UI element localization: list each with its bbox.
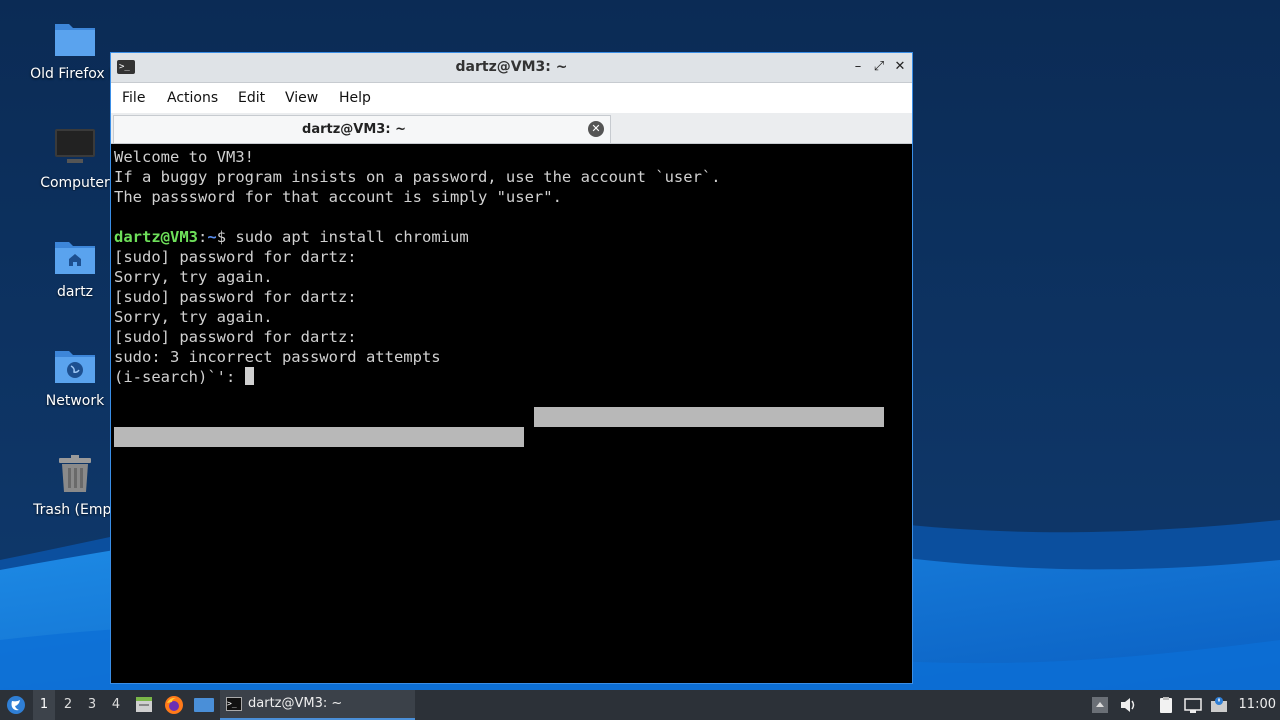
terminal-output[interactable]: Welcome to VM3! If a buggy program insis… — [114, 147, 909, 681]
terminal-line: sudo: 3 incorrect password attempts — [114, 348, 441, 366]
render-artifact-block — [534, 407, 884, 427]
computer-icon — [53, 127, 97, 171]
terminal-line: [sudo] password for dartz: — [114, 288, 357, 306]
start-menu-icon[interactable] — [6, 695, 26, 715]
network-folder-icon — [53, 345, 97, 389]
prompt-symbol: $ — [216, 228, 227, 246]
close-button[interactable]: ✕ — [891, 58, 909, 76]
render-artifact-block — [114, 427, 524, 447]
home-folder-icon — [53, 236, 97, 280]
window-titlebar[interactable]: >_ dartz@VM3: ~ – ⤢ ✕ — [111, 53, 912, 83]
terminal-icon: >_ — [226, 697, 242, 711]
menu-actions[interactable]: Actions — [167, 83, 218, 113]
window-title: dartz@VM3: ~ — [455, 59, 568, 75]
taskbar: 1 2 3 4 >_ dartz@VM3: ~ 11:00 — [0, 690, 1280, 720]
maximize-button[interactable]: ⤢ — [870, 58, 888, 76]
tab-terminal[interactable]: dartz@VM3: ~ ✕ — [113, 115, 611, 143]
terminal-prompt-line: dartz@VM3:~$ sudo apt install chromium — [114, 227, 909, 247]
menu-edit[interactable]: Edit — [238, 83, 265, 113]
terminal-line: The passsword for that account is simply… — [114, 188, 562, 206]
prompt-separator: : — [198, 228, 208, 246]
tray-arrow-icon[interactable] — [1091, 696, 1109, 714]
menu-view[interactable]: View — [285, 83, 318, 113]
notification-icon[interactable] — [1210, 696, 1228, 714]
terminal-line: Welcome to VM3! — [114, 148, 254, 166]
isearch-text: (i-search)`': — [114, 368, 245, 386]
command-text: sudo apt install chromium — [226, 228, 469, 246]
folder-icon — [53, 18, 97, 62]
clipboard-icon[interactable] — [1157, 696, 1175, 714]
firefox-icon[interactable] — [164, 695, 184, 715]
network-icon[interactable] — [1184, 696, 1202, 714]
terminal-window[interactable]: >_ dartz@VM3: ~ – ⤢ ✕ File Actions Edit … — [110, 52, 913, 684]
workspace-1[interactable]: 1 — [33, 690, 55, 720]
tab-bar: dartz@VM3: ~ ✕ — [111, 113, 912, 144]
show-desktop-icon[interactable] — [193, 696, 215, 714]
file-manager-icon[interactable] — [134, 695, 154, 715]
terminal-line: Sorry, try again. — [114, 308, 273, 326]
tab-label: dartz@VM3: ~ — [302, 122, 406, 137]
prompt-user: dartz@VM3 — [114, 228, 198, 246]
workspace-3[interactable]: 3 — [81, 690, 103, 720]
menu-bar: File Actions Edit View Help — [111, 83, 912, 113]
minimize-button[interactable]: – — [849, 58, 867, 76]
menu-help[interactable]: Help — [339, 83, 371, 113]
terminal-line: Sorry, try again. — [114, 268, 273, 286]
prompt-path: ~ — [207, 228, 217, 246]
text-cursor — [244, 367, 254, 385]
taskbar-item-terminal[interactable]: >_ dartz@VM3: ~ — [220, 690, 415, 720]
volume-icon[interactable] — [1119, 696, 1137, 714]
terminal-isearch-line: (i-search)`': — [114, 367, 909, 387]
terminal-line: If a buggy program insists on a password… — [114, 168, 721, 186]
trash-icon — [53, 454, 97, 498]
workspace-4[interactable]: 4 — [105, 690, 127, 720]
taskbar-item-label: dartz@VM3: ~ — [248, 696, 343, 711]
tab-close-icon[interactable]: ✕ — [588, 121, 604, 137]
workspace-2[interactable]: 2 — [57, 690, 79, 720]
terminal-line: [sudo] password for dartz: — [114, 328, 357, 346]
clock[interactable]: 11:00 — [1239, 690, 1276, 720]
terminal-line: [sudo] password for dartz: — [114, 248, 357, 266]
menu-file[interactable]: File — [122, 83, 145, 113]
